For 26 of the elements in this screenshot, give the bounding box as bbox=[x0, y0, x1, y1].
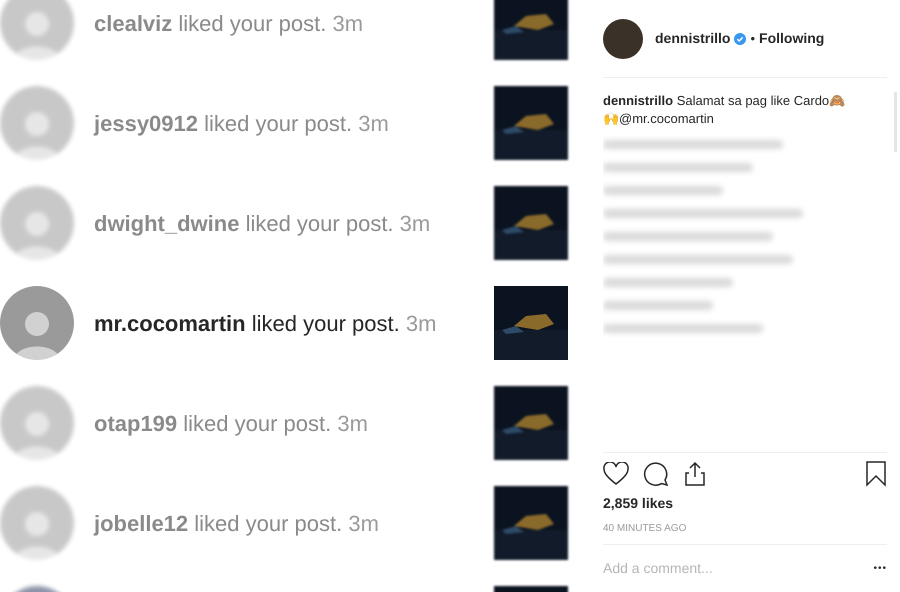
likes-count[interactable]: 2,859 likes bbox=[603, 493, 887, 514]
bookmark-icon[interactable] bbox=[865, 461, 887, 487]
notification-text: jessy0912 liked your post. 3m bbox=[94, 110, 390, 138]
post-thumbnail[interactable] bbox=[494, 86, 568, 160]
comment-field[interactable]: Add a comment... bbox=[603, 558, 874, 579]
following-button[interactable]: Following bbox=[759, 28, 824, 49]
author-username[interactable]: dennistrillo bbox=[655, 28, 730, 49]
heart-icon[interactable] bbox=[603, 462, 629, 486]
post-caption: dennistrillo Salamat sa pag like Cardo🙈 🙌@mr.cocomartin bbox=[603, 92, 846, 128]
notification-text: dwight_dwine liked your post. 3m bbox=[94, 210, 432, 238]
post-thumbnail[interactable] bbox=[494, 386, 568, 460]
avatar[interactable] bbox=[603, 18, 643, 58]
more-options-button[interactable]: ••• bbox=[873, 561, 887, 576]
notification-text: jobelle12 liked your post. 3m bbox=[94, 510, 380, 538]
post-thumbnail[interactable] bbox=[494, 0, 568, 60]
notification-text: mr.cocomartin liked your post. 3m bbox=[94, 310, 438, 338]
post-thumbnail[interactable] bbox=[494, 186, 568, 260]
comment-icon[interactable] bbox=[643, 461, 669, 487]
notification-text: clealviz liked your post. 3m bbox=[94, 10, 364, 38]
post-thumbnail[interactable] bbox=[494, 486, 568, 560]
share-icon[interactable] bbox=[683, 461, 707, 487]
post-thumbnail[interactable] bbox=[494, 286, 568, 360]
notification-text: otap199 liked your post. 3m bbox=[94, 410, 369, 438]
post-time: 40 MINUTES AGO bbox=[603, 522, 688, 536]
separator-dot: • bbox=[750, 30, 756, 48]
notification-row[interactable]: mr.cocomartin liked your post. 3m bbox=[0, 273, 590, 373]
